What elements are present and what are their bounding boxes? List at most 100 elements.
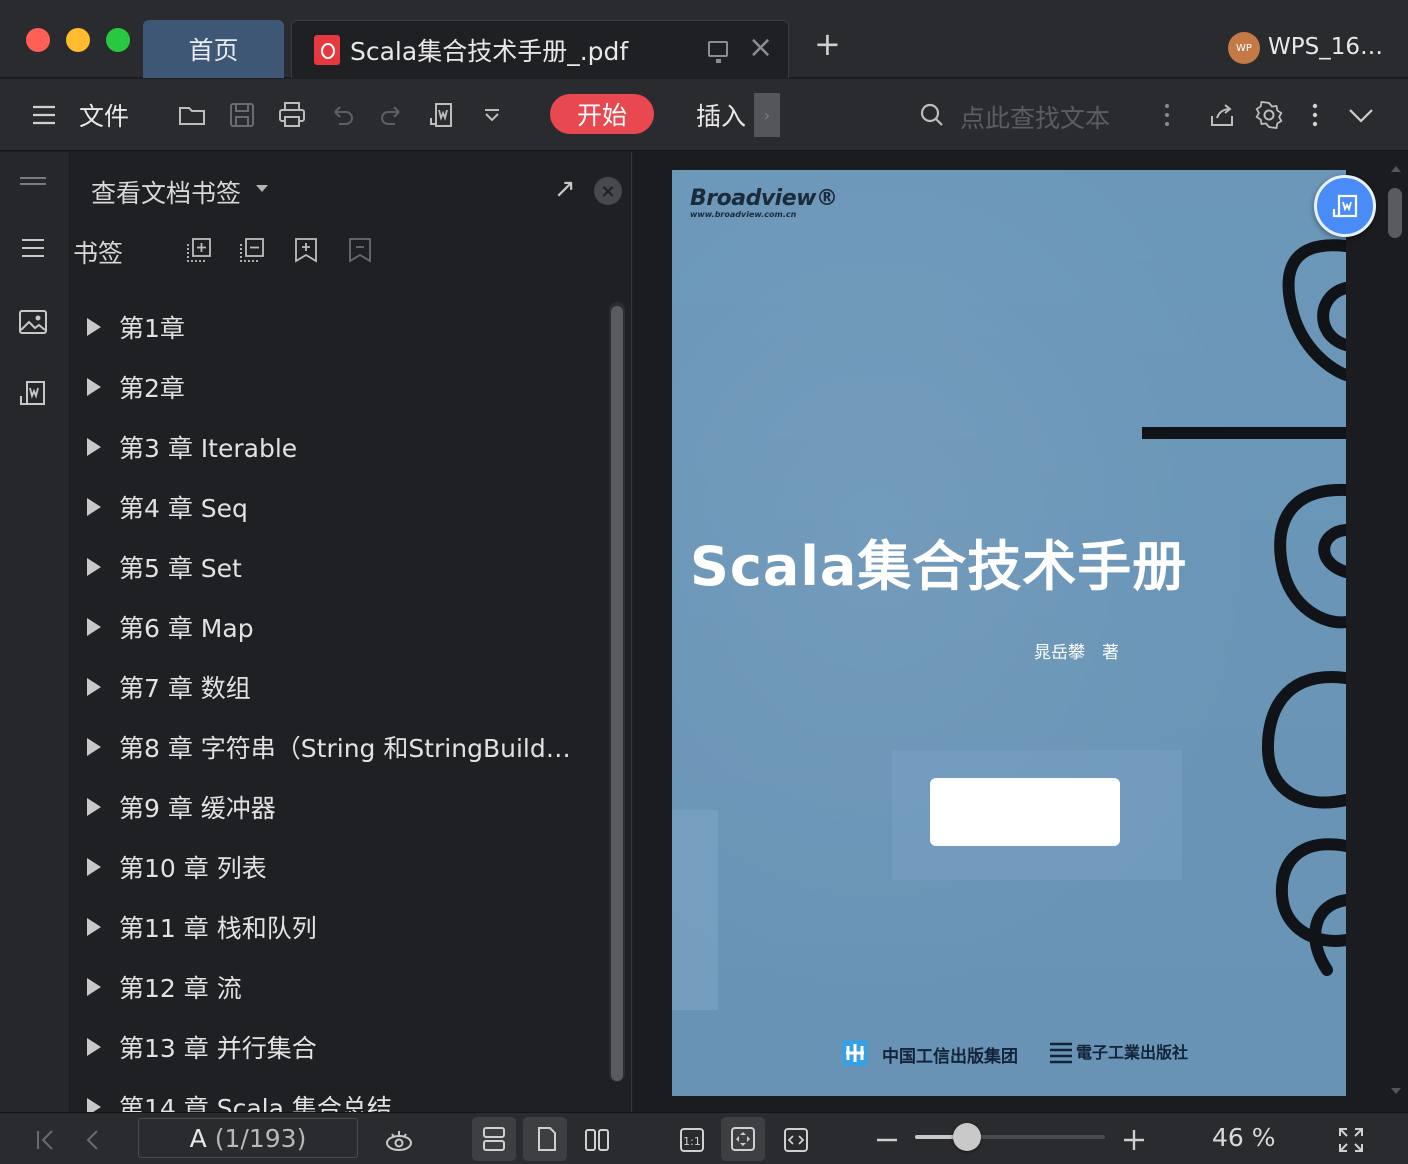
file-menu-label[interactable]: 文件 — [79, 97, 129, 133]
expand-arrow-icon[interactable] — [87, 678, 101, 696]
chevron-down-icon[interactable] — [256, 185, 268, 192]
panel-close-icon[interactable]: × — [594, 177, 622, 205]
pdf-page-cover[interactable]: Broadview® www.broadview.com.cn Scala集合技… — [672, 170, 1346, 1096]
settings-gear-icon[interactable] — [1251, 97, 1287, 133]
redo-icon[interactable] — [374, 97, 410, 133]
bookmark-item[interactable]: 第2章 — [71, 357, 591, 417]
undo-icon[interactable] — [324, 97, 360, 133]
document-viewport[interactable]: Broadview® www.broadview.com.cn Scala集合技… — [633, 152, 1408, 1112]
avatar[interactable]: WP — [1228, 32, 1260, 64]
bookmark-panel: 查看文档书签 ↗ × 书签 第1章第2章第3 章 Iterable 第4 章 Se… — [71, 152, 632, 1112]
expand-arrow-icon[interactable] — [87, 318, 101, 336]
bookmark-item-label: 第7 章 数组 — [119, 674, 251, 703]
save-icon[interactable] — [224, 97, 260, 133]
bookmark-section-label: 书签 — [73, 239, 124, 268]
bookmark-item[interactable]: 第14 章 Scala 集合总结 — [71, 1077, 591, 1112]
pdf-to-word-icon[interactable] — [424, 97, 460, 133]
expand-arrow-icon[interactable] — [87, 978, 101, 996]
zoom-out-icon[interactable] — [870, 1123, 904, 1157]
panel-scrollbar[interactable] — [609, 302, 625, 1082]
floating-convert-button[interactable] — [1314, 175, 1376, 237]
fit-page-icon[interactable] — [721, 1117, 765, 1161]
collapse-all-icon[interactable] — [238, 236, 268, 266]
bookmark-item[interactable]: 第10 章 列表 — [71, 837, 591, 897]
bookmark-item-label: 第6 章 Map — [119, 614, 254, 643]
bookmark-item[interactable]: 第13 章 并行集合 — [71, 1017, 591, 1077]
tab-insert[interactable]: 插入 — [696, 97, 746, 133]
panel-scrollbar-thumb[interactable] — [611, 306, 623, 1081]
continuous-view-icon[interactable] — [472, 1117, 516, 1161]
collapse-ribbon-icon[interactable] — [1343, 97, 1379, 133]
tab-home[interactable]: 首页 — [143, 20, 284, 78]
expand-arrow-icon[interactable] — [87, 618, 101, 636]
scroll-up-arrow-icon[interactable] — [1391, 166, 1401, 172]
expand-arrow-icon[interactable] — [87, 738, 101, 756]
first-page-icon[interactable] — [28, 1123, 62, 1157]
expand-arrow-icon[interactable] — [87, 498, 101, 516]
previous-page-icon[interactable] — [76, 1123, 110, 1157]
bookmark-item-label: 第10 章 列表 — [119, 854, 267, 883]
zoom-percentage[interactable]: 46 % — [1212, 1123, 1276, 1152]
expand-arrow-icon[interactable] — [87, 378, 101, 396]
two-page-view-icon[interactable] — [580, 1123, 614, 1157]
page-indicator-input[interactable]: A (1/193) — [138, 1118, 358, 1158]
expand-arrow-icon[interactable] — [87, 558, 101, 576]
bookmark-item[interactable]: 第11 章 栈和队列 — [71, 897, 591, 957]
search-icon[interactable] — [914, 97, 950, 133]
bookmark-item[interactable]: 第5 章 Set — [71, 537, 591, 597]
open-folder-icon[interactable] — [174, 97, 210, 133]
vertical-dots-icon[interactable] — [1149, 97, 1185, 133]
document-scrollbar-thumb[interactable] — [1388, 188, 1402, 238]
tab-document[interactable]: Scala集合技术手册_.pdf × — [291, 20, 789, 78]
delete-bookmark-icon[interactable] — [346, 236, 376, 266]
single-page-view-icon[interactable] — [523, 1117, 567, 1161]
cover-publisher-group: 中国工信出版集团 — [882, 1047, 1018, 1067]
scroll-down-arrow-icon[interactable] — [1391, 1088, 1401, 1094]
zoom-in-icon[interactable] — [1117, 1123, 1151, 1157]
bookmark-item[interactable]: 第8 章 字符串（String 和StringBuild… — [71, 717, 591, 777]
expand-arrow-icon[interactable] — [87, 798, 101, 816]
bookmark-item[interactable]: 第3 章 Iterable — [71, 417, 591, 477]
expand-arrow-icon[interactable] — [87, 858, 101, 876]
bookmark-item-label: 第2章 — [119, 374, 185, 403]
actual-size-icon[interactable]: 1:1 — [675, 1123, 709, 1157]
monitor-icon[interactable] — [708, 41, 728, 63]
more-options-icon[interactable] — [1297, 97, 1333, 133]
bookmark-item[interactable]: 第9 章 缓冲器 — [71, 777, 591, 837]
bookmark-item[interactable]: 第4 章 Seq — [71, 477, 591, 537]
zoom-slider-thumb[interactable] — [953, 1123, 981, 1151]
bookmark-item-label: 第11 章 栈和队列 — [119, 914, 317, 943]
window-maximize-button[interactable] — [106, 28, 130, 52]
bookmark-item[interactable]: 第1章 — [71, 297, 591, 357]
search-input[interactable]: 点此查找文本 — [960, 99, 1110, 135]
add-bookmark-icon[interactable] — [292, 236, 322, 266]
convert-document-icon[interactable] — [17, 378, 51, 412]
tab-close-icon[interactable]: × — [748, 33, 773, 63]
fit-width-icon[interactable] — [779, 1123, 813, 1157]
more-dropdown-icon[interactable] — [474, 97, 510, 133]
expand-arrow-icon[interactable] — [87, 1098, 101, 1112]
expand-arrow-icon[interactable] — [87, 918, 101, 936]
thumbnails-image-icon[interactable] — [17, 306, 51, 340]
share-icon[interactable] — [1204, 97, 1240, 133]
ribbon-scroll-right[interactable]: › — [754, 93, 780, 137]
expand-all-icon[interactable] — [185, 236, 215, 266]
bookmark-item[interactable]: 第12 章 流 — [71, 957, 591, 1017]
bookmarks-list-icon[interactable] — [17, 232, 51, 266]
user-name[interactable]: WPS_16… — [1268, 34, 1383, 60]
pop-out-icon[interactable]: ↗ — [554, 174, 576, 204]
print-icon[interactable] — [274, 97, 310, 133]
new-tab-button[interactable]: + — [814, 28, 841, 60]
bookmark-item[interactable]: 第6 章 Map — [71, 597, 591, 657]
window-close-button[interactable] — [26, 28, 50, 52]
expand-arrow-icon[interactable] — [87, 438, 101, 456]
tab-start[interactable]: 开始 — [550, 94, 654, 134]
collapse-panel-icon[interactable] — [17, 166, 51, 200]
expand-arrow-icon[interactable] — [87, 1038, 101, 1056]
window-minimize-button[interactable] — [66, 28, 90, 52]
eye-protection-icon[interactable] — [382, 1123, 416, 1157]
fullscreen-icon[interactable] — [1334, 1123, 1368, 1157]
panel-title[interactable]: 查看文档书签 — [91, 174, 241, 210]
hamburger-menu-icon[interactable] — [26, 97, 62, 133]
bookmark-item[interactable]: 第7 章 数组 — [71, 657, 591, 717]
